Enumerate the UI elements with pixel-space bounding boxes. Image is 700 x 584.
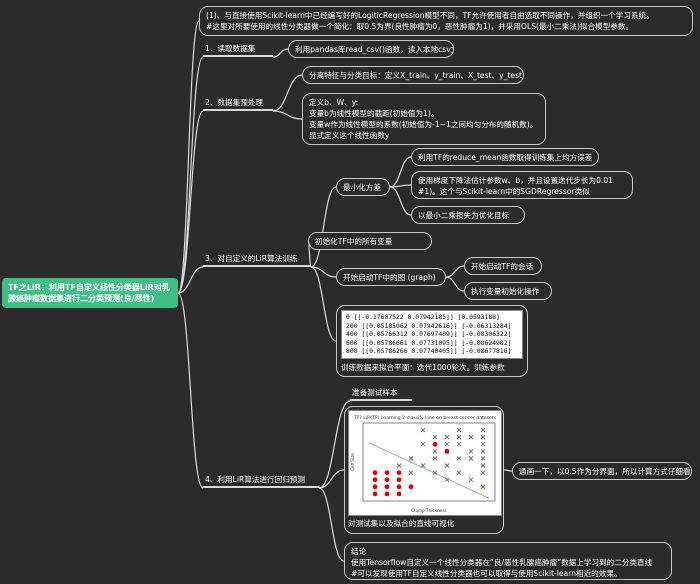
log-caption: 训练数据来拟合平面：迭代1000轮次。训练参数 xyxy=(341,362,505,372)
malignant-point xyxy=(384,470,390,476)
init-vars-label: 初始化TF中的所有变量 xyxy=(315,237,393,246)
reduce-mean-topic[interactable]: 利用TF的reduce_mean函数取得训练集上均方误差 xyxy=(411,148,599,166)
malignant-point xyxy=(444,448,450,454)
root-topic[interactable]: TF之LiR：利用TF自定义线性分类器LiR对乳腺癌肿瘤数据集进行二分类预测(良… xyxy=(2,278,178,308)
connector xyxy=(503,469,513,472)
intro-line-1: (1)、与直接使用Scikit-learn中已经编写好的LogiticRegre… xyxy=(206,11,654,20)
malignant-point xyxy=(396,470,402,476)
define-line-3: 变量w作为线性模型的系数(初始值为-1~1之间均匀分布的随机数)。 xyxy=(309,120,538,129)
split-label: 分离特征与分类目标：定义X_train、y_train、X_test、y_tes… xyxy=(309,71,523,80)
connector xyxy=(389,156,412,188)
branch-preprocess-label: 2、数据集预处理 xyxy=(205,98,263,107)
define-line-4: 显式定义这个线性函数y xyxy=(309,131,390,140)
define-params-topic[interactable]: 定义b、W、y: 变量b为线性模型的截距(初始值为1)。 变量w作为线性模型的系… xyxy=(302,93,546,145)
malignant-point xyxy=(384,477,390,483)
y-axis-label: Cell Size xyxy=(350,453,355,471)
run-init-topic[interactable]: 执行变量初始化操作 xyxy=(464,282,552,300)
malignant-point xyxy=(432,441,438,447)
x-axis-label: Clump Thickness xyxy=(411,508,447,513)
read-csv-label: 利用pandas库read_csv()函数，读入本地csv文件 xyxy=(295,45,454,54)
log-line: 800 [[0.05786266 0.07740405]] [-0.086778… xyxy=(346,347,512,356)
intro-line-2: #这里对所要使用的线性分类器做一个简化：取0.5为界(良性肿瘤为0，恶性肿瘤为1… xyxy=(206,22,634,31)
malignant-point xyxy=(372,484,378,490)
start-graph-topic[interactable]: 开始启动TF中的图 (graph) xyxy=(336,268,446,286)
prep-test-topic[interactable]: 准备测试样本 xyxy=(350,387,412,401)
malignant-point xyxy=(408,484,414,490)
least-squares-topic[interactable]: 以最小二乘损失为优化目标 xyxy=(411,206,525,224)
connector xyxy=(177,20,200,294)
side-note-label: 通画一下，以0.5作为分界面，所以计算方式仔细看 xyxy=(519,467,691,476)
visualization-topic[interactable]: TF? LiR(TF) Learning 2-classify Line on … xyxy=(344,406,504,534)
visualization-caption: 对测试集以及拟合的直线可视化 xyxy=(348,519,455,528)
minimize-topic[interactable]: 最小化方差 xyxy=(336,178,390,196)
branch-read-data-label: 1、读取数据集 xyxy=(205,44,256,53)
init-vars-topic[interactable]: 初始化TF中的所有变量 xyxy=(308,232,432,250)
log-line: 0 [[-0.17607522 0.07942185]] [0.0593188] xyxy=(346,313,500,321)
malignant-point xyxy=(396,484,402,490)
branch-predict-label: 4、利用LiR算法进行回归预测 xyxy=(205,475,305,484)
connector xyxy=(310,186,337,268)
branch-train-label: 3、对自定义的LiR算法训练 xyxy=(205,254,298,263)
conclusion-line-2: #可以发现使用TF自定义线性分类器也可以取得与使用Scikit-learn相近的… xyxy=(351,569,622,578)
connector xyxy=(177,110,204,294)
start-graph-label: 开始启动TF中的图 (graph) xyxy=(343,273,436,282)
intro-topic[interactable]: (1)、与直接使用Scikit-learn中已经编写好的LogiticRegre… xyxy=(199,6,693,36)
branch-predict[interactable]: 4、利用LiR算法进行回归预测 xyxy=(203,474,319,488)
connector xyxy=(445,276,465,292)
branch-preprocess[interactable]: 2、数据集预处理 xyxy=(203,97,273,111)
split-topic[interactable]: 分离特征与分类目标：定义X_train、y_train、X_test、y_tes… xyxy=(302,66,524,84)
malignant-point xyxy=(384,484,390,490)
mind-map: TF之LiR：利用TF自定义线性分类器LiR对乳腺癌肿瘤数据集进行二分类预测(良… xyxy=(0,0,700,584)
connector xyxy=(177,56,204,294)
start-session-label: 开始启动TF的会话 xyxy=(471,262,534,271)
log-line: 200 [[0.05185062 0.07942616]] [-0.063132… xyxy=(346,321,512,330)
plot-area xyxy=(362,422,496,502)
log-line: 600 [[0.05786661 0.07731095]] [-0.086249… xyxy=(346,338,512,347)
connector xyxy=(389,186,412,216)
malignant-point xyxy=(396,477,402,483)
malignant-point xyxy=(384,491,390,497)
training-log: 0 [[-0.17607522 0.07942185]] [0.0593188]… xyxy=(341,310,523,359)
least-squares-label: 以最小二乘损失为优化目标 xyxy=(418,211,510,220)
conclusion-heading: 结论 xyxy=(351,547,367,556)
connector xyxy=(310,266,337,278)
reduce-mean-label: 利用TF的reduce_mean函数取得训练集上均方误差 xyxy=(418,153,593,162)
define-line-2: 变量b为线性模型的截距(初始值为1)。 xyxy=(309,109,439,118)
branch-read-data[interactable]: 1、读取数据集 xyxy=(203,43,273,57)
read-csv-topic[interactable]: 利用pandas库read_csv()函数，读入本地csv文件 xyxy=(288,40,454,58)
prep-test-label: 准备测试样本 xyxy=(352,388,398,397)
gradient-topic[interactable]: 使用梯度下降法估计参数w、b，并且设置迭代步长为0.01 #1)。这个与Scik… xyxy=(411,171,633,199)
root-title: TF之LiR：利用TF自定义线性分类器LiR对乳腺癌肿瘤数据集进行二分类预测(良… xyxy=(8,283,170,303)
scatter-plot-image: TF? LiR(TF) Learning 2-classify Line on … xyxy=(348,410,502,516)
run-init-label: 执行变量初始化操作 xyxy=(471,287,540,296)
malignant-point xyxy=(372,491,378,497)
malignant-point xyxy=(372,477,378,483)
gradient-line-2: #1)。这个与Scikit-learn中的SGDRegressor类似 xyxy=(418,187,590,196)
gradient-line-1: 使用梯度下降法估计参数w、b，并且设置迭代步长为0.01 xyxy=(418,176,613,185)
connector xyxy=(445,265,465,278)
start-session-topic[interactable]: 开始启动TF的会话 xyxy=(464,257,542,275)
branch-train[interactable]: 3、对自定义的LiR算法训练 xyxy=(203,253,311,267)
plot-title: TF? LiR(TF) Learning 2-classify Line on … xyxy=(353,415,497,421)
conclusion-topic[interactable]: 结论 使用Tensorflow自定义一个线性分类器在“良/恶性乳腺癌肿瘤”数据上… xyxy=(344,542,672,580)
define-line-1: 定义b、W、y: xyxy=(309,98,359,107)
connector xyxy=(272,110,303,120)
connector xyxy=(272,48,289,58)
minimize-label: 最小化方差 xyxy=(343,183,381,192)
connector xyxy=(310,266,337,342)
connector xyxy=(272,74,303,112)
side-note-topic[interactable]: 通画一下，以0.5作为分界面，所以计算方式仔细看 xyxy=(512,462,692,480)
scatter-svg: TF? LiR(TF) Learning 2-classify Line on … xyxy=(350,415,497,513)
malignant-point xyxy=(372,470,378,476)
conclusion-line-1: 使用Tensorflow自定义一个线性分类器在“良/恶性乳腺癌肿瘤”数据上学习到… xyxy=(351,558,653,567)
training-log-topic[interactable]: 0 [[-0.17607522 0.07942185]] [0.0593188]… xyxy=(336,305,528,377)
connector xyxy=(318,487,345,562)
malignant-point xyxy=(396,491,402,497)
log-line: 400 [[0.05766312 0.07697409]] [-0.083063… xyxy=(346,330,512,339)
connector xyxy=(177,292,204,489)
